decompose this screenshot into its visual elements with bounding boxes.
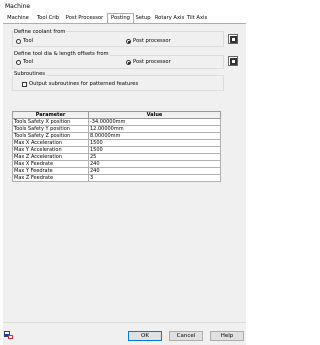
- footer-divider: [3, 322, 246, 323]
- offsets-group: [12, 55, 224, 69]
- parameter-cell: Tools Safety Y position: [12, 125, 89, 133]
- radio-label: Post processor: [133, 38, 171, 44]
- value-cell[interactable]: 12.00000mm: [88, 125, 221, 133]
- settings-icon: [230, 58, 237, 65]
- coolant-group-label: Define coolant from: [13, 29, 67, 35]
- tab-tool-crib[interactable]: Tool Crib: [34, 14, 62, 22]
- parameter-cell: Tools Safety X position: [12, 118, 89, 126]
- parameter-cell: Max X Acceleration: [12, 139, 89, 147]
- parameter-cell: Max Y Acceleration: [12, 146, 89, 154]
- table-row[interactable]: Tools Safety X position -34.00000mm: [12, 118, 221, 126]
- offsets-group-label: Define tool dia & length offsets from: [13, 51, 110, 57]
- tab-machine[interactable]: Machine: [4, 14, 32, 22]
- settings-icon: [230, 36, 237, 43]
- table-row[interactable]: Tools Safety Y position 12.00000mm: [12, 125, 221, 133]
- parameter-cell: Max X Feedrate: [12, 160, 89, 168]
- checkbox-label: Output subroutines for patterned feature…: [29, 81, 139, 87]
- table-row[interactable]: Tools Safety Z position 8.00000mm: [12, 132, 221, 140]
- offsets-tool-radio[interactable]: Tool: [16, 59, 33, 65]
- radio-button[interactable]: [16, 59, 21, 65]
- table-row[interactable]: Max Z Feedrate 3: [12, 174, 221, 182]
- help-pointer-icon: [4, 331, 13, 339]
- column-header-value: Value: [88, 111, 221, 119]
- title-bar: Machine: [0, 0, 250, 13]
- table-row[interactable]: Max X Feedrate 240: [12, 160, 221, 168]
- value-cell[interactable]: -34.00000mm: [88, 118, 221, 126]
- window-title: Machine: [5, 3, 31, 10]
- parameter-table: Parameter Value Tools Safety X position -…: [12, 111, 221, 182]
- parameter-cell: Max Y Feedrate: [12, 167, 89, 175]
- tab-tilt-axis[interactable]: Tilt Axis: [186, 14, 208, 22]
- value-cell[interactable]: 1500: [88, 146, 221, 154]
- coolant-settings-button[interactable]: [228, 34, 238, 44]
- value-cell[interactable]: 8.00000mm: [88, 132, 221, 140]
- ok-button[interactable]: OK: [128, 331, 162, 341]
- table-row[interactable]: Max Y Acceleration 1500: [12, 146, 221, 154]
- table-row[interactable]: Max X Acceleration 1500: [12, 139, 221, 147]
- help-button[interactable]: Help: [210, 331, 244, 341]
- radio-button[interactable]: [126, 59, 131, 65]
- radio-label: Post processor: [133, 59, 171, 65]
- tab-strip: Machine Tool Crib Post Processor Posting…: [3, 13, 247, 24]
- value-cell[interactable]: 240: [88, 160, 221, 168]
- subroutines-checkbox[interactable]: Output subroutines for patterned feature…: [22, 81, 138, 87]
- table-header-row: Parameter Value: [12, 111, 221, 119]
- radio-label: Tool: [23, 59, 34, 65]
- checkbox[interactable]: [22, 81, 27, 87]
- parameter-cell: Max Z Acceleration: [12, 153, 89, 161]
- value-cell[interactable]: 240: [88, 167, 221, 175]
- offsets-settings-button[interactable]: [228, 56, 238, 66]
- tab-setup[interactable]: Setup: [134, 14, 152, 22]
- radio-label: Tool: [23, 38, 34, 44]
- subroutines-group-label: Subroutines: [13, 71, 47, 77]
- value-cell[interactable]: 3: [88, 174, 221, 182]
- value-cell[interactable]: 1500: [88, 139, 221, 147]
- cancel-button[interactable]: Cancel: [169, 331, 203, 341]
- radio-button[interactable]: [126, 38, 131, 44]
- coolant-tool-radio[interactable]: Tool: [16, 38, 33, 44]
- tab-rotary-axis[interactable]: Rotary Axis: [154, 14, 185, 22]
- table-row[interactable]: Max Y Feedrate 240: [12, 167, 221, 175]
- context-help-icon[interactable]: [4, 331, 14, 340]
- column-header-parameter: Parameter: [12, 111, 89, 119]
- table-row[interactable]: Max Z Acceleration 25: [12, 153, 221, 161]
- offsets-post-processor-radio[interactable]: Post processor: [126, 59, 171, 65]
- parameter-cell: Tools Safety Z position: [12, 132, 89, 140]
- value-cell[interactable]: 25: [88, 153, 221, 161]
- tab-post-processor[interactable]: Post Processor: [64, 14, 105, 22]
- radio-button[interactable]: [16, 38, 21, 44]
- parameter-cell: Max Z Feedrate: [12, 174, 89, 182]
- coolant-post-processor-radio[interactable]: Post processor: [126, 38, 171, 44]
